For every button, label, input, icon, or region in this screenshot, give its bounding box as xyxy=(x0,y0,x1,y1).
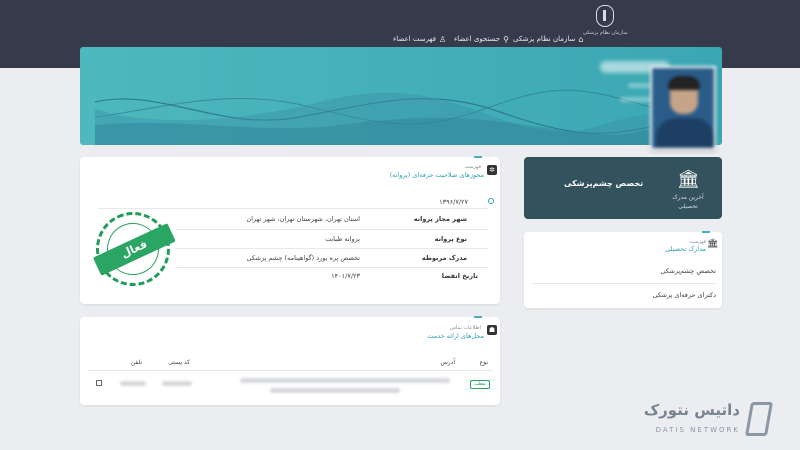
section-title: محل‌های ارائه خدمت xyxy=(427,332,484,340)
divider xyxy=(532,283,716,284)
nav-item-search-members[interactable]: جستجوی اعضاء ⚲ xyxy=(454,33,509,45)
row-value: تخصص پره بورد (گواهینامه) چشم پزشکی xyxy=(246,254,360,262)
bank-icon: 🏛 xyxy=(707,239,719,249)
nav-item-members-list[interactable]: فهرست اعضاء ♙ xyxy=(393,33,446,45)
search-icon: ⚲ xyxy=(503,34,509,44)
row-value: پروانه طبابت xyxy=(324,235,360,243)
logo-text: سازمان نظام پزشکی xyxy=(583,30,628,36)
divider xyxy=(175,267,488,268)
nav-item-organization[interactable]: سازمان نظام پزشکی ⌂ xyxy=(513,33,583,45)
external-link-icon[interactable] xyxy=(96,380,102,386)
card-accent xyxy=(702,231,710,233)
watermark: داتیس نتورک DATIS NETWORK xyxy=(626,398,776,442)
column-header-postal: کد پستی xyxy=(168,359,190,366)
column-header-phone: تلفن xyxy=(130,359,142,366)
home-icon: ⌂ xyxy=(578,34,584,44)
emblem-icon xyxy=(596,5,614,27)
divider xyxy=(175,229,488,230)
row-label: نوع پروانه xyxy=(434,235,467,243)
divider xyxy=(88,370,493,371)
card-accent xyxy=(474,316,482,318)
section-title: مجوزهای صلاحیت حرفه‌ای (پروانه) xyxy=(389,171,484,179)
phone-blurred xyxy=(120,381,146,386)
watermark-title: داتیس نتورک xyxy=(643,401,740,419)
section-subtitle: فهرست xyxy=(464,164,481,170)
gear-icon: ✲ xyxy=(487,165,497,175)
specialty-subtitle: آخرین مدرک تحصیلی xyxy=(672,194,704,210)
user-icon: ♙ xyxy=(439,34,447,44)
license-date: ۱۳۹۶/۷/۲۷ xyxy=(439,198,468,206)
postal-code-blurred xyxy=(162,381,192,386)
address-blurred xyxy=(270,388,400,393)
row-label: تاریخ انقضا xyxy=(441,272,478,280)
specialty-card: تخصص چشم‌پزشکی 🏛 آخرین مدرک تحصیلی xyxy=(524,157,722,219)
timeline-dot xyxy=(488,198,494,204)
column-header-type: نوع xyxy=(479,359,488,366)
doctor-photo xyxy=(650,66,716,150)
watermark-logo-icon xyxy=(745,402,773,436)
specialty-title: تخصص چشم‌پزشکی xyxy=(564,179,644,188)
row-label: شهر مجاز پروانه xyxy=(413,215,467,223)
education-item: دکترای حرفه‌ای پزشکی xyxy=(652,291,716,299)
site-logo[interactable]: سازمان نظام پزشکی xyxy=(583,5,628,41)
row-value: ۱۴۰۱/۷/۲۳ xyxy=(331,272,360,280)
address-blurred xyxy=(240,378,450,383)
column-header-address: آدرس xyxy=(440,359,455,366)
location-type-badge: مطب xyxy=(470,380,490,389)
education-item: تخصص چشم‌پزشکی xyxy=(660,267,716,275)
divider xyxy=(98,208,488,209)
profile-banner xyxy=(80,47,722,145)
contact-icon: ☗ xyxy=(487,325,497,335)
nav-label: فهرست اعضاء xyxy=(393,35,437,43)
row-label: مدرک مربوطه xyxy=(421,254,467,262)
section-subtitle: اطلاعات تماس xyxy=(449,325,481,331)
nav-label: سازمان نظام پزشکی xyxy=(513,35,576,43)
card-accent xyxy=(474,156,482,158)
divider xyxy=(175,248,488,249)
nav-label: جستجوی اعضاء xyxy=(454,35,501,43)
watermark-subtitle: DATIS NETWORK xyxy=(655,426,740,434)
section-title: مدارک تحصیلی xyxy=(665,245,706,253)
bank-icon: 🏛 xyxy=(677,169,700,190)
row-value: استان تهران، شهرستان تهران، شهر تهران xyxy=(246,215,360,223)
